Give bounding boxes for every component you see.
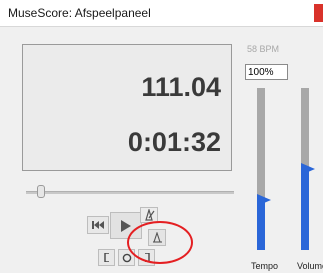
tempo-percent-input[interactable] bbox=[245, 64, 288, 80]
time-readout: 0:01:32 bbox=[127, 127, 221, 157]
rewind-icon bbox=[92, 221, 104, 229]
volume-slider-fill bbox=[301, 169, 309, 250]
tempo-slider-handle[interactable] bbox=[257, 194, 271, 206]
bpm-label: 58 BPM bbox=[247, 44, 280, 54]
volume-slider-handle[interactable] bbox=[301, 163, 315, 175]
loop-in-button[interactable] bbox=[98, 249, 115, 266]
tempo-slider-fill bbox=[257, 199, 265, 250]
loop-icon bbox=[122, 253, 131, 262]
playback-display: 111.04 0:01:32 bbox=[22, 44, 232, 171]
play-icon bbox=[121, 219, 131, 232]
volume-label: Volume bbox=[297, 261, 323, 271]
metronome-icon bbox=[145, 209, 155, 221]
rewind-button[interactable] bbox=[87, 216, 109, 234]
position-slider-handle[interactable] bbox=[37, 185, 45, 198]
measure-beat-readout: 111.04 bbox=[141, 72, 221, 102]
tempo-label: Tempo bbox=[251, 261, 279, 271]
title-bar: MuseScore: Afspeelpaneel bbox=[0, 0, 323, 27]
loop-in-icon bbox=[103, 253, 109, 262]
window-title: MuseScore: Afspeelpaneel bbox=[8, 6, 151, 20]
position-slider-track[interactable] bbox=[26, 191, 234, 194]
red-annotation-circle bbox=[127, 221, 193, 264]
close-button[interactable] bbox=[314, 4, 323, 22]
